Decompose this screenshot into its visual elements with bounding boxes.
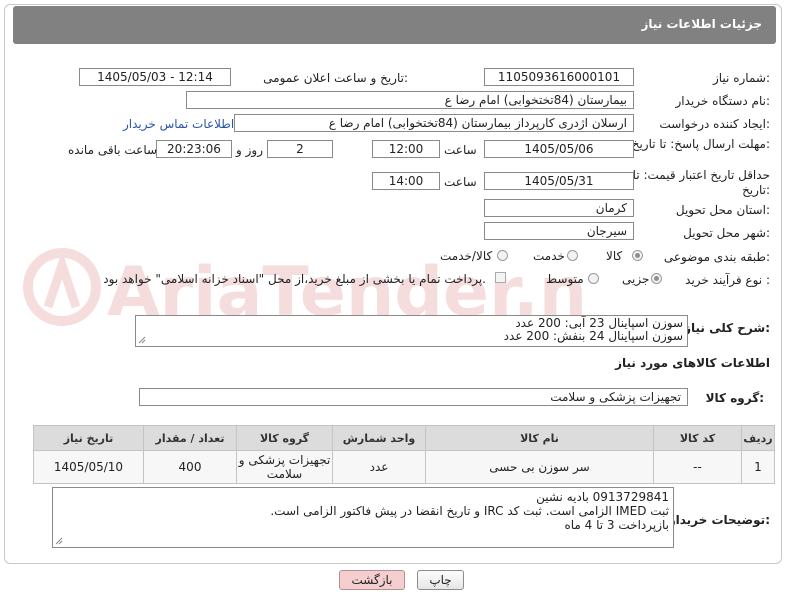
table-row[interactable]: 1 -- سر سوزن بی حسی عدد تجهیزات پزشکی و … bbox=[33, 450, 775, 484]
category-label: طبقه بندی موضوعی: bbox=[663, 250, 770, 264]
buyer-org-label: نام دستگاه خریدار: bbox=[675, 94, 771, 108]
reply-deadline-label: مهلت ارسال پاسخ: تا تاریخ: bbox=[631, 137, 770, 151]
col-name: نام کالا bbox=[425, 425, 654, 451]
col-row: ردیف bbox=[741, 425, 775, 451]
items-table: ردیف کد کالا نام کالا واحد شمارش گروه کا… bbox=[33, 425, 775, 484]
cell-name: سر سوزن بی حسی bbox=[425, 450, 654, 484]
creator-field: ارسلان اژدری کارپرداز بیمارستان (84تختخو… bbox=[234, 114, 634, 132]
description-label: شرح کلی نیاز: bbox=[684, 321, 770, 335]
description-line: سوزن اسپاینال 24 بنفش: 200 عدد bbox=[503, 329, 683, 343]
price-validity-time-field: 14:00 bbox=[372, 172, 440, 190]
cell-date: 1405/05/10 bbox=[33, 450, 144, 484]
delivery-city-field: سیرجان bbox=[484, 222, 634, 240]
reply-time-label: ساعت bbox=[444, 143, 477, 157]
remaining-label: ساعت باقی مانده bbox=[68, 143, 158, 157]
page-title: جزئیات اطلاعات نیاز bbox=[641, 17, 762, 31]
category-radio-service[interactable] bbox=[567, 250, 578, 261]
buyer-notes-textarea[interactable]: 0913729841 بادیه نشین ثبت IMED الزامی اس… bbox=[52, 487, 674, 548]
print-button[interactable]: چاپ bbox=[417, 570, 464, 590]
announce-datetime-label: تاریخ و ساعت اعلان عمومی: bbox=[263, 71, 408, 85]
remaining-time-field: 20:23:06 bbox=[156, 140, 232, 158]
delivery-province-label: استان محل تحویل: bbox=[675, 203, 770, 217]
announce-datetime-field: 1405/05/03 - 12:14 bbox=[79, 68, 231, 86]
buyer-note-line: بازپرداخت 3 تا 4 ماه bbox=[564, 518, 669, 532]
category-option-goods-service: کالا/خدمت bbox=[440, 249, 493, 263]
price-validity-date-field: 1405/05/31 bbox=[484, 172, 634, 190]
col-date: تاریخ نیاز bbox=[33, 425, 144, 451]
process-type-label: نوع فرآیند خرید : bbox=[685, 273, 770, 287]
cell-row: 1 bbox=[741, 450, 775, 484]
cell-unit: عدد bbox=[332, 450, 426, 484]
panel-header: جزئیات اطلاعات نیاز bbox=[13, 6, 776, 44]
buyer-note-line: ثبت IMED الزامی است. ثبت کد IRC و تاریخ … bbox=[270, 504, 669, 518]
category-option-service: خدمت bbox=[533, 249, 565, 263]
description-textarea[interactable]: سوزن اسپاینال 23 آبی: 200 عدد سوزن اسپای… bbox=[135, 315, 688, 347]
process-option-medium: متوسط bbox=[546, 272, 584, 286]
remaining-days-field: 2 bbox=[267, 140, 333, 158]
price-validity-time-label: ساعت bbox=[444, 175, 477, 189]
delivery-city-label: شهر محل تحویل: bbox=[683, 226, 770, 240]
treasury-payment-note: پرداخت تمام یا بخشی از مبلغ خرید،از محل … bbox=[103, 272, 486, 286]
back-button[interactable]: بازگشت bbox=[339, 570, 405, 590]
reply-date-field: 1405/05/06 bbox=[484, 140, 634, 158]
need-number-field: 1105093616000101 bbox=[484, 68, 634, 86]
col-unit: واحد شمارش bbox=[332, 425, 426, 451]
category-radio-goods[interactable] bbox=[632, 250, 643, 261]
resize-grip-icon[interactable] bbox=[138, 336, 146, 344]
col-qty: تعداد / مقدار bbox=[143, 425, 237, 451]
col-code: کد کالا bbox=[653, 425, 742, 451]
treasury-payment-checkbox[interactable] bbox=[495, 272, 506, 283]
category-radio-goods-service[interactable] bbox=[497, 250, 508, 261]
cell-group: تجهیزات پزشکی و سلامت bbox=[236, 450, 333, 484]
process-option-minor: جزیی bbox=[622, 272, 650, 286]
buyer-contact-link[interactable]: اطلاعات تماس خریدار bbox=[123, 117, 234, 131]
process-radio-minor[interactable] bbox=[651, 273, 662, 284]
need-number-label: شماره نیاز: bbox=[712, 71, 770, 85]
table-header-row: ردیف کد کالا نام کالا واحد شمارش گروه کا… bbox=[33, 425, 775, 451]
buyer-notes-label: توضیحات خریدار: bbox=[668, 513, 770, 527]
price-validity-label: حداقل تاریخ اعتبار قیمت: تا تاریخ: bbox=[632, 168, 770, 197]
delivery-province-field: کرمان bbox=[484, 199, 634, 217]
goods-info-title: اطلاعات کالاهای مورد نیاز bbox=[615, 356, 770, 370]
reply-time-field: 12:00 bbox=[372, 140, 440, 158]
buyer-note-line: 0913729841 بادیه نشین bbox=[536, 490, 669, 504]
cell-qty: 400 bbox=[143, 450, 237, 484]
buyer-org-field: بیمارستان (84تختخوابی) امام رضا ع bbox=[186, 91, 634, 109]
cell-code: -- bbox=[653, 450, 742, 484]
goods-group-field: تجهیزات پزشکی و سلامت bbox=[139, 388, 688, 406]
goods-group-label: گروه کالا: bbox=[705, 391, 764, 405]
process-radio-medium[interactable] bbox=[588, 273, 599, 284]
days-label: روز و bbox=[236, 143, 263, 157]
resize-grip-icon[interactable] bbox=[55, 537, 63, 545]
category-option-goods: کالا bbox=[606, 249, 623, 263]
creator-label: ایجاد کننده درخواست: bbox=[659, 117, 770, 131]
col-group: گروه کالا bbox=[236, 425, 333, 451]
